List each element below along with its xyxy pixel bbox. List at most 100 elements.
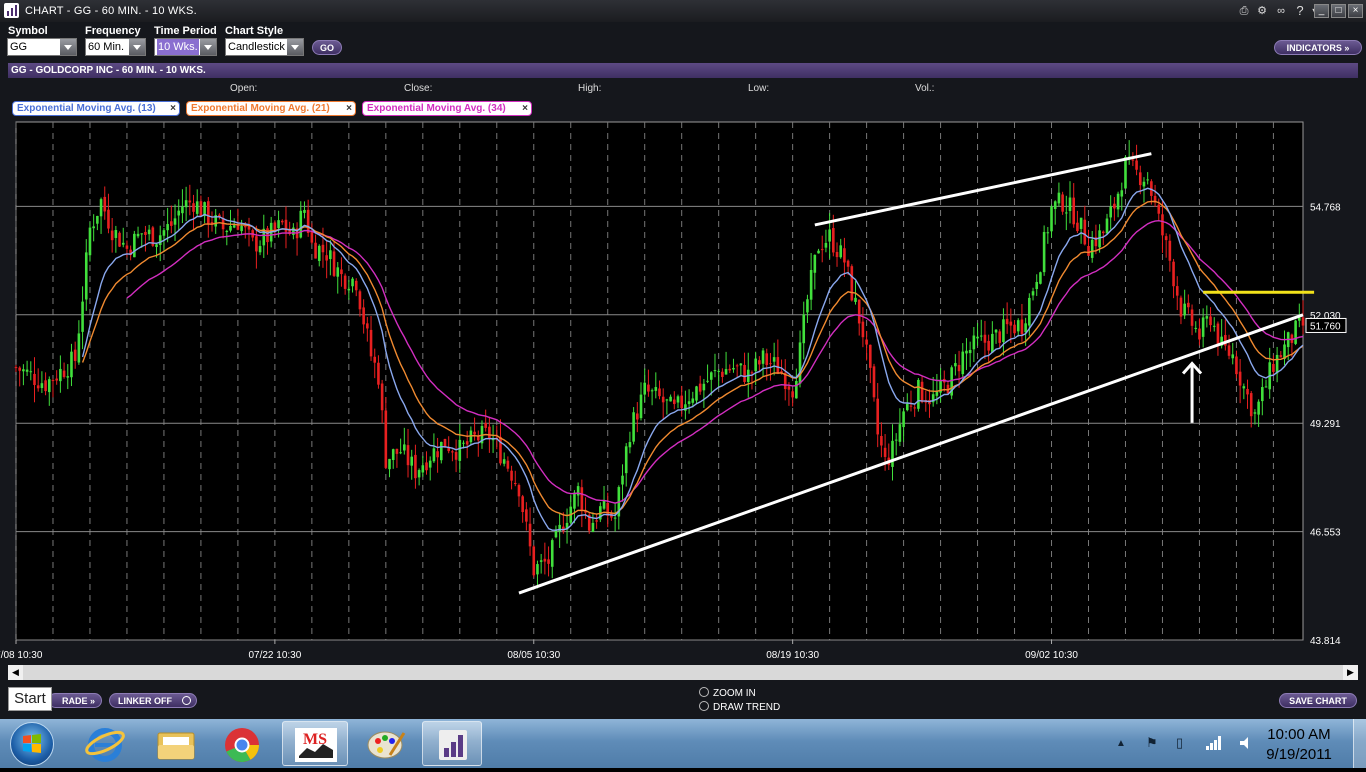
maximize-button[interactable]: □ [1331, 4, 1346, 18]
windows-start-orb[interactable] [10, 722, 54, 766]
taskbar-windows-explorer[interactable] [146, 721, 206, 766]
indicator-tag-ema34[interactable]: Exponential Moving Avg. (34) × [362, 101, 532, 116]
candle-body [1172, 261, 1175, 287]
volume-icon[interactable] [1238, 735, 1254, 751]
candle-body [968, 349, 972, 354]
candle-body [1131, 159, 1135, 161]
taskbar-internet-explorer[interactable] [75, 721, 135, 766]
linker-off-button[interactable]: LINKER OFF [109, 693, 197, 708]
system-clock[interactable]: 10:00 AM 9/19/2011 [1254, 725, 1344, 765]
candle-body [232, 225, 236, 228]
candle-body [532, 546, 536, 576]
candle-body [1187, 302, 1190, 308]
taskbar-chart-app[interactable] [422, 721, 482, 766]
power-icon[interactable]: ▯ [1176, 735, 1183, 751]
candle-body [965, 350, 968, 354]
candle-body [255, 236, 258, 252]
minimize-button[interactable]: _ [1314, 4, 1329, 18]
show-desktop-button[interactable] [1353, 719, 1366, 768]
help-icon[interactable]: ? [1293, 4, 1307, 18]
candle-body [1035, 281, 1039, 290]
candle-body [850, 266, 854, 301]
zoom-in-radio[interactable]: ZOOM IN [699, 687, 756, 699]
symbol-select[interactable]: GG [7, 38, 77, 56]
indicator-tag-ema21[interactable]: Exponential Moving Avg. (21) × [186, 101, 356, 116]
candle-body [1039, 272, 1042, 284]
candle-body [173, 218, 177, 225]
action-center-flag-icon[interactable]: ⚑ [1146, 735, 1158, 751]
candle-body [1179, 297, 1183, 317]
indicator-tag-ema13[interactable]: Exponential Moving Avg. (13) × [12, 101, 180, 116]
candle-body [1164, 236, 1168, 241]
remove-icon[interactable]: × [346, 102, 352, 115]
candle-body [317, 245, 321, 261]
indicator-tag-label: Exponential Moving Avg. (21) [191, 103, 330, 114]
time-period-select[interactable]: 10 Wks. [154, 38, 217, 56]
scroll-left-button[interactable]: ◀ [8, 665, 23, 680]
candle-body [891, 440, 894, 467]
link-icon[interactable]: ∞ [1274, 4, 1288, 18]
x-tick-label: 08/19 10:30 [766, 650, 819, 661]
start-button[interactable]: Start [8, 687, 52, 711]
indicators-button[interactable]: INDICATORS » [1274, 40, 1362, 55]
tray-expand-icon[interactable]: ▲ [1116, 738, 1126, 749]
radio-circle-icon [699, 701, 709, 711]
candle-body [1120, 190, 1124, 197]
candle-body [591, 522, 595, 533]
candle-body [462, 442, 465, 444]
candle-body [458, 439, 462, 461]
gear-icon[interactable]: ⚙ [1255, 4, 1269, 18]
print-icon[interactable]: ⎙ [1237, 4, 1251, 18]
chevron-down-icon[interactable] [60, 39, 76, 55]
chevron-down-icon[interactable] [129, 39, 145, 55]
clock-time: 10:00 AM [1267, 726, 1331, 743]
frequency-value: 60 Min. [88, 41, 125, 53]
price-chart[interactable]: 54.76852.03049.29146.55343.81451.760 07/… [0, 118, 1366, 663]
candle-body [1209, 316, 1212, 326]
taskbar-google-chrome[interactable] [212, 721, 272, 766]
chart-controls: Symbol GG Frequency 60 Min. Time Period … [0, 22, 1366, 62]
candle-body [1046, 232, 1050, 234]
x-axis: 07/08 10:30 07/22 10:30 08/05 10:30 08/19 1… [0, 640, 1078, 661]
indicator-tag-label: Exponential Moving Avg. (13) [17, 103, 156, 114]
candle-body [554, 530, 558, 538]
candle-body [88, 227, 92, 256]
chevron-down-icon[interactable] [287, 39, 303, 55]
close-button[interactable]: × [1348, 4, 1363, 18]
chart-style-value: Candlestick [228, 41, 285, 53]
candle-body [854, 297, 857, 302]
go-button[interactable]: GO [312, 40, 342, 55]
candle-body [869, 344, 872, 368]
candle-body [358, 291, 362, 310]
network-signal-icon[interactable] [1205, 735, 1223, 751]
candle-body [765, 353, 769, 366]
chart-scrollbar[interactable]: ◀ ▶ [8, 665, 1358, 680]
candle-body [643, 382, 647, 395]
candle-body [528, 523, 532, 547]
candle-body [273, 222, 277, 230]
scroll-right-button[interactable]: ▶ [1343, 665, 1358, 680]
candle-body [665, 399, 669, 401]
candle-body [303, 209, 306, 213]
candle-body [987, 340, 990, 351]
windows-logo-icon [23, 734, 41, 753]
candle-body [166, 224, 169, 231]
remove-icon[interactable]: × [170, 102, 176, 115]
candle-body [724, 369, 728, 375]
ms-logo-icon: MS [295, 728, 337, 762]
candle-body [454, 452, 458, 460]
chart-style-label: Chart Style [225, 25, 284, 37]
chart-style-select[interactable]: Candlestick [225, 38, 304, 56]
remove-icon[interactable]: × [522, 102, 528, 115]
taskbar-paint[interactable] [352, 721, 418, 766]
trade-button[interactable]: RADE » [48, 693, 102, 708]
save-chart-button[interactable]: SAVE CHART [1279, 693, 1357, 708]
candle-body [1183, 303, 1186, 316]
candle-body [343, 275, 347, 289]
taskbar-ms-app[interactable]: MS [282, 721, 348, 766]
window-title: CHART - GG - 60 MIN. - 10 WKS. [25, 5, 197, 17]
frequency-select[interactable]: 60 Min. [85, 38, 146, 56]
draw-trend-label: DRAW TREND [713, 702, 781, 713]
chevron-down-icon[interactable] [200, 39, 216, 55]
draw-trend-radio[interactable]: DRAW TREND [699, 701, 780, 713]
